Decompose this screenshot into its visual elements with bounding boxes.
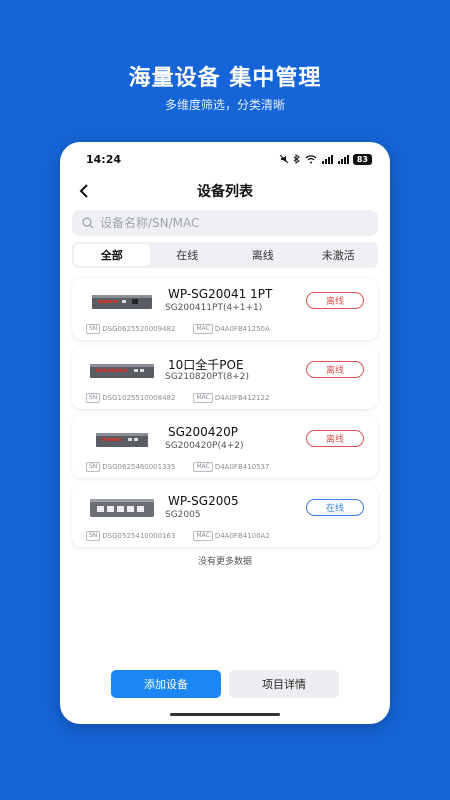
device-meta: SN DSG0625520009482 MAC D4A0FB41250A: [86, 324, 270, 334]
search-bar[interactable]: [72, 210, 378, 236]
battery-indicator: 83: [352, 153, 372, 165]
mac-tag: MAC: [193, 393, 213, 403]
device-sn: DSG0625520009482: [102, 325, 176, 333]
sn-tag: SN: [86, 324, 101, 334]
device-model: SG2005: [165, 510, 201, 520]
mute-icon: [279, 154, 289, 164]
bluetooth-icon: [293, 154, 300, 164]
device-model: SG200420P(4+2): [165, 441, 244, 451]
device-name: SG200420P: [168, 425, 238, 439]
status-time: 14:24: [86, 152, 122, 166]
nav-bar: 设备列表: [60, 176, 390, 206]
search-icon: [82, 217, 94, 229]
device-name: 10口全千POE: [168, 358, 244, 372]
device-name: WP-SG20041 1PT: [168, 287, 273, 301]
status-badge[interactable]: 离线: [306, 361, 364, 378]
wifi-icon: [305, 155, 317, 164]
device-sn: DSG1025510008482: [102, 394, 176, 402]
mac-tag: MAC: [193, 324, 213, 334]
add-device-button[interactable]: 添加设备: [111, 670, 221, 698]
switch-device-image: [90, 364, 154, 378]
switch-device-image: [92, 295, 152, 309]
tab-all[interactable]: 全部: [74, 244, 150, 266]
device-mac: D4A0FB410537: [214, 463, 270, 471]
device-meta: SN DSG0525410000163 MAC D4A0FB4100A2: [86, 531, 270, 541]
tab-online[interactable]: 在线: [150, 244, 226, 266]
mac-tag: MAC: [193, 462, 213, 472]
device-list: WP-SG20041 1PT SG200411PT(4+1+1) 离线 SN D…: [60, 278, 390, 567]
tab-inactive[interactable]: 未激活: [301, 244, 377, 266]
device-model: SG210820PT(8+2): [165, 372, 249, 382]
sn-tag: SN: [86, 531, 101, 541]
device-name: WP-SG2005: [168, 494, 239, 508]
sn-tag: SN: [86, 393, 101, 403]
bottom-action-bar: 添加设备 项目详情: [60, 670, 390, 698]
device-mac: D4A0FB412122: [214, 394, 270, 402]
tab-offline[interactable]: 离线: [225, 244, 301, 266]
back-button[interactable]: [74, 180, 94, 202]
promo-subtitle: 多维度筛选，分类清晰: [164, 98, 285, 112]
switch-device-image: [96, 433, 148, 447]
filter-tabs: 全部 在线 离线 未激活: [72, 242, 378, 268]
home-indicator[interactable]: [170, 713, 280, 716]
page-title: 设备列表: [197, 184, 253, 200]
switch-device-image: [90, 499, 154, 517]
signal-icon: [337, 155, 349, 164]
status-icons: 83: [279, 153, 372, 165]
device-meta: SN DSG0625460001335 MAC D4A0FB410537: [86, 462, 269, 472]
search-input[interactable]: [100, 216, 340, 230]
device-model: SG200411PT(4+1+1): [165, 303, 263, 313]
device-mac: D4A0FB4100A2: [214, 532, 270, 540]
device-sn: DSG0525410000163: [102, 532, 176, 540]
status-badge[interactable]: 离线: [306, 292, 364, 309]
signal-icon: [321, 155, 333, 164]
device-card[interactable]: WP-SG20041 1PT SG200411PT(4+1+1) 离线 SN D…: [72, 278, 378, 340]
project-details-button[interactable]: 项目详情: [229, 670, 339, 698]
promo-title: 海量设备 集中管理: [128, 66, 322, 91]
chevron-left-icon: [79, 184, 88, 198]
device-mac: D4A0FB41250A: [214, 325, 270, 333]
device-card[interactable]: WP-SG2005 SG2005 在线 SN DSG0525410000163 …: [72, 485, 378, 547]
mac-tag: MAC: [193, 531, 213, 541]
device-card[interactable]: SG200420P SG200420P(4+2) 离线 SN DSG062546…: [72, 416, 378, 478]
device-sn: DSG0625460001335: [102, 463, 176, 471]
sn-tag: SN: [86, 462, 101, 472]
phone-screen: 14:24 83 设备列表 全部 在线 离线 未激活: [60, 142, 390, 724]
list-end-text: 没有更多数据: [197, 557, 252, 567]
status-badge[interactable]: 离线: [306, 430, 364, 447]
status-bar: 14:24 83: [60, 142, 390, 176]
device-card[interactable]: 10口全千POE SG210820PT(8+2) 离线 SN DSG102551…: [72, 347, 378, 409]
status-badge[interactable]: 在线: [306, 499, 364, 516]
device-meta: SN DSG1025510008482 MAC D4A0FB412122: [86, 393, 269, 403]
